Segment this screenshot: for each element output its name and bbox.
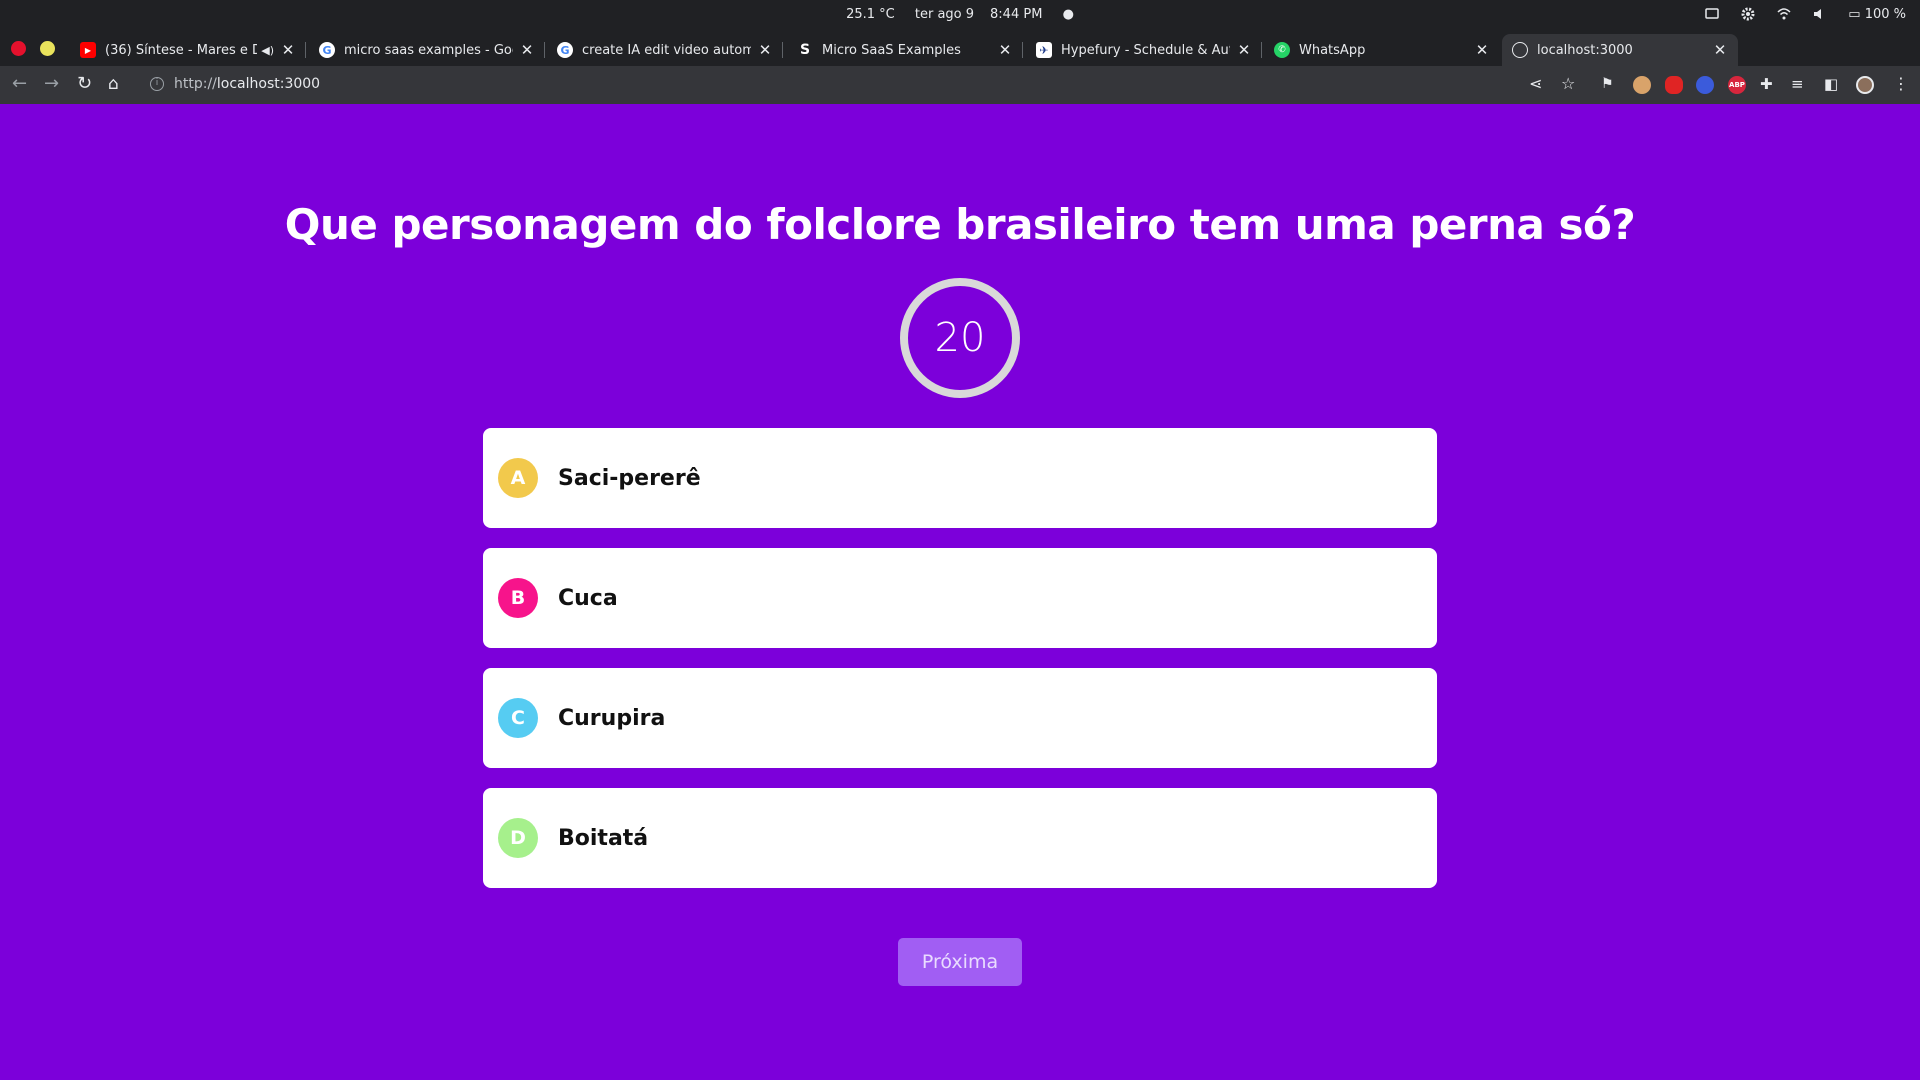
system-top-bar: 25.1 °C ter ago 9 8:44 PM ● ▭ 100 % [0, 0, 1920, 30]
extension-avatar-icon[interactable] [1633, 76, 1651, 94]
screen-icon[interactable] [1704, 6, 1720, 22]
reload-icon[interactable]: ↻ [77, 75, 92, 93]
time-text: 8:44 PM [990, 7, 1043, 22]
tab-whatsapp[interactable]: ✆ WhatsApp ✕ [1264, 34, 1500, 66]
tab-title: Hypefury - Schedule & Autom [1061, 42, 1230, 58]
option-letter-badge: B [498, 578, 538, 618]
tab-title: Micro SaaS Examples [822, 42, 961, 58]
kebab-menu-icon[interactable]: ⋮ [1893, 75, 1909, 93]
home-icon[interactable]: ⌂ [108, 75, 119, 93]
side-panel-icon[interactable]: ◧ [1824, 75, 1838, 93]
option-label: Cuca [558, 585, 618, 611]
option-letter-badge: A [498, 458, 538, 498]
google-icon: G [319, 42, 335, 58]
system-tray: ▭ 100 % [1704, 6, 1906, 22]
share-icon[interactable]: ⋖ [1529, 75, 1542, 93]
adblock-icon[interactable]: ABP [1728, 76, 1746, 94]
puzzle-icon[interactable]: ✚ [1760, 75, 1773, 93]
tab-youtube[interactable]: ▶ (36) Síntese - Mares e Des ◀) ✕ [70, 34, 306, 66]
notification-dot-icon: ● [1062, 7, 1074, 22]
tab-hypefury[interactable]: ✈ Hypefury - Schedule & Autom ✕ [1026, 34, 1262, 66]
gear-icon[interactable] [1740, 6, 1756, 22]
forward-arrow-icon[interactable]: → [44, 75, 59, 93]
s-icon: S [799, 42, 811, 58]
battery-indicator[interactable]: ▭ 100 % [1848, 7, 1906, 22]
date-text: ter ago 9 [914, 7, 975, 22]
tab-title: (36) Síntese - Mares e Des [105, 42, 258, 58]
tab-separator [1022, 42, 1023, 58]
flag-icon[interactable]: ⚑ [1601, 75, 1614, 93]
extension-red-icon[interactable] [1665, 76, 1683, 94]
question-title: Que personagem do folclore brasileiro te… [284, 200, 1636, 249]
answer-option-d[interactable]: D Boitatá [483, 788, 1437, 888]
battery-icon: ▭ [1848, 6, 1861, 22]
extension-blue-icon[interactable] [1696, 76, 1714, 94]
option-letter-badge: C [498, 698, 538, 738]
close-icon[interactable]: ✕ [1236, 41, 1252, 59]
window-close-button[interactable] [11, 41, 26, 56]
browser-tab-strip: ▶ (36) Síntese - Mares e Des ◀) ✕ G micr… [0, 30, 1920, 88]
countdown-timer: 20 [900, 278, 1020, 398]
bookmark-star-icon[interactable]: ☆ [1561, 75, 1575, 93]
battery-text: 100 % [1864, 6, 1906, 22]
close-icon[interactable]: ✕ [519, 41, 535, 59]
tab-separator [305, 42, 306, 58]
url-host: localhost:3000 [216, 76, 321, 92]
weather-text: 25.1 °C [846, 7, 895, 22]
window-minimize-button[interactable] [40, 41, 55, 56]
tab-separator [544, 42, 545, 58]
option-label: Curupira [558, 705, 666, 731]
back-arrow-icon[interactable]: ← [12, 75, 27, 93]
close-icon[interactable]: ✕ [1474, 41, 1490, 59]
google-icon: G [557, 42, 573, 58]
answer-option-c[interactable]: C Curupira [483, 668, 1437, 768]
option-label: Boitatá [558, 825, 649, 851]
volume-icon[interactable] [1812, 6, 1828, 22]
whatsapp-icon: ✆ [1274, 42, 1290, 58]
youtube-icon: ▶ [80, 42, 96, 58]
next-button[interactable]: Próxima [898, 938, 1022, 986]
browser-toolbar: ← → ↻ ⌂ i http://localhost:3000 ⋖ ☆ ⚑ AB… [0, 66, 1920, 104]
tab-google-search-2[interactable]: G create IA edit video automatic ✕ [547, 34, 783, 66]
system-clock-area: 25.1 °C ter ago 9 8:44 PM ● [0, 7, 1920, 22]
answer-option-a[interactable]: A Saci-pererê [483, 428, 1437, 528]
profile-avatar-icon[interactable] [1856, 76, 1874, 94]
site-info-icon[interactable]: i [150, 77, 164, 91]
url-scheme: http:// [174, 76, 217, 92]
reading-list-icon[interactable]: ≡ [1791, 75, 1804, 93]
hypefury-icon: ✈ [1036, 42, 1052, 58]
tab-title: create IA edit video automatic [582, 42, 751, 58]
close-icon[interactable]: ✕ [757, 41, 773, 59]
speaker-icon[interactable]: ◀) [261, 44, 274, 57]
tab-title: micro saas examples - Google [344, 42, 513, 58]
close-icon[interactable]: ✕ [280, 41, 296, 59]
tab-google-search-1[interactable]: G micro saas examples - Google ✕ [309, 34, 545, 66]
close-icon[interactable]: ✕ [997, 41, 1013, 59]
tab-title: localhost:3000 [1537, 42, 1633, 58]
address-bar[interactable]: http://localhost:3000 [174, 76, 320, 92]
wifi-icon[interactable] [1776, 6, 1792, 22]
answer-option-b[interactable]: B Cuca [483, 548, 1437, 648]
option-label: Saci-pererê [558, 465, 701, 491]
globe-icon [1512, 42, 1528, 58]
tab-title: WhatsApp [1299, 42, 1366, 58]
tab-separator [1261, 42, 1262, 58]
close-icon[interactable]: ✕ [1712, 41, 1728, 59]
option-letter-badge: D [498, 818, 538, 858]
tab-localhost[interactable]: localhost:3000 ✕ [1502, 34, 1738, 66]
timer-value: 20 [934, 315, 986, 361]
tab-micro-saas[interactable]: S Micro SaaS Examples ✕ [787, 34, 1023, 66]
tab-separator [782, 42, 783, 58]
